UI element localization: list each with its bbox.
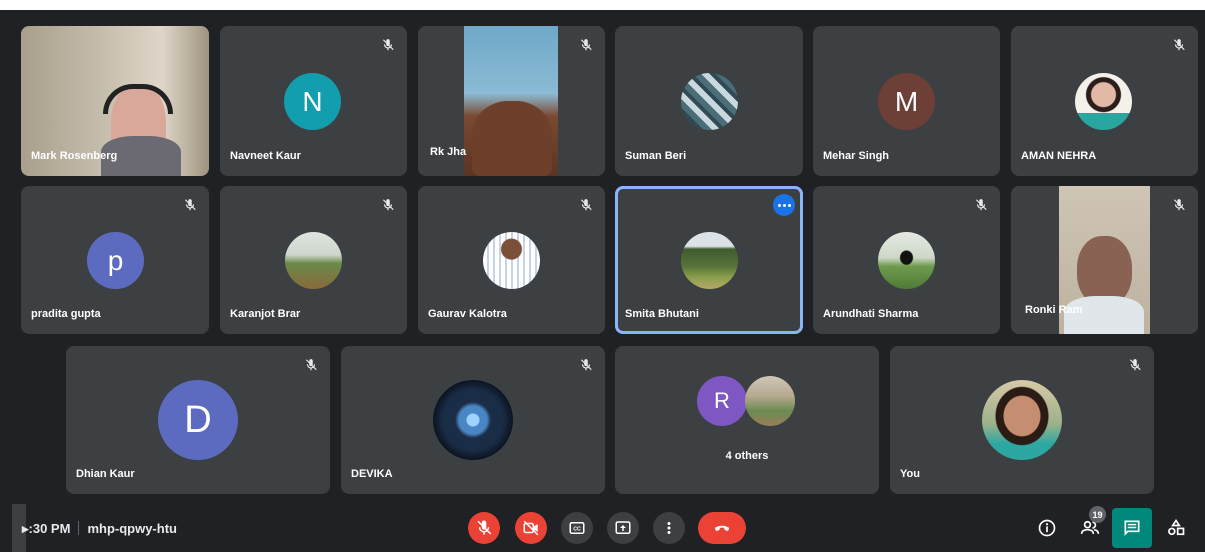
- participant-tile[interactable]: Arundhati Sharma: [813, 186, 1000, 334]
- info-icon: [1038, 519, 1056, 537]
- svg-text:CC: CC: [573, 527, 581, 533]
- control-bar: ▸:30 PM mhp-qpwy-htu CC 19: [0, 504, 1205, 552]
- participant-photo: [745, 376, 795, 426]
- participant-name: Navneet Kaur: [230, 150, 301, 162]
- participant-name: Gaurav Kalotra: [428, 308, 507, 320]
- meeting-time: ▸:30 PM: [22, 521, 71, 536]
- participant-name: Karanjot Brar: [230, 308, 301, 320]
- participant-name: Arundhati Sharma: [823, 308, 919, 320]
- avatar: N: [284, 73, 341, 130]
- participant-tile[interactable]: Rk Jha: [418, 26, 605, 176]
- participant-photo: [681, 232, 738, 289]
- more-options-button[interactable]: [653, 512, 685, 544]
- mic-off-icon: [377, 194, 399, 216]
- participant-tile[interactable]: Suman Beri: [615, 26, 803, 176]
- mic-off-icon: [1168, 194, 1190, 216]
- mic-off-icon: [1168, 34, 1190, 56]
- participant-tile[interactable]: M Mehar Singh: [813, 26, 1000, 176]
- participant-name: DEVIKA: [351, 468, 393, 480]
- participant-name: Rk Jha: [430, 146, 467, 158]
- mic-off-icon: [575, 34, 597, 56]
- participant-tile[interactable]: DEVIKA: [341, 346, 605, 494]
- participant-tile[interactable]: Gaurav Kalotra: [418, 186, 605, 334]
- meeting-code: mhp-qpwy-htu: [87, 521, 177, 536]
- avatar: R: [697, 376, 747, 426]
- chat-icon: [1124, 520, 1140, 536]
- participant-name: Dhian Kaur: [76, 468, 135, 480]
- people-button[interactable]: 19: [1074, 506, 1106, 544]
- participant-photo: [681, 73, 738, 130]
- activities-button[interactable]: [1160, 512, 1192, 544]
- avatar: D: [158, 380, 238, 460]
- participant-name: AMAN NEHRA: [1021, 150, 1097, 162]
- chat-button[interactable]: [1112, 508, 1152, 548]
- mic-off-icon: [477, 520, 492, 535]
- participant-photo: [285, 232, 342, 289]
- participant-tile[interactable]: D Dhian Kaur: [66, 346, 330, 494]
- mic-off-icon: [970, 194, 992, 216]
- activities-icon: [1168, 518, 1185, 536]
- participant-name: You: [900, 468, 920, 480]
- more-options-icon[interactable]: [773, 194, 795, 216]
- avatar: M: [878, 73, 935, 130]
- participant-tile[interactable]: R 4 others: [615, 346, 879, 494]
- camera-off-icon: [523, 520, 539, 536]
- participant-tile[interactable]: AMAN NEHRA: [1011, 26, 1198, 176]
- mic-off-icon: [575, 354, 597, 376]
- mic-off-icon: [575, 194, 597, 216]
- people-count-badge: 19: [1089, 506, 1106, 523]
- participant-tile[interactable]: Mark Rosenberg: [21, 26, 209, 176]
- mic-off-icon: [1124, 354, 1146, 376]
- participant-tile[interactable]: Karanjot Brar: [220, 186, 407, 334]
- mic-off-icon: [300, 354, 322, 376]
- participant-photo: [483, 232, 540, 289]
- others-label: 4 others: [725, 450, 769, 462]
- participant-tile[interactable]: Ronki Ram: [1011, 186, 1198, 334]
- divider: [78, 521, 80, 535]
- participant-video: [464, 26, 558, 176]
- participant-name: Ronki Ram: [1025, 304, 1083, 316]
- leave-call-button[interactable]: [698, 512, 746, 544]
- participant-photo: [433, 380, 513, 460]
- participant-tile[interactable]: You: [890, 346, 1154, 494]
- participant-tile[interactable]: p pradita gupta: [21, 186, 209, 334]
- top-strip: [0, 0, 1205, 10]
- mic-off-icon: [377, 34, 399, 56]
- captions-button[interactable]: CC: [561, 512, 593, 544]
- participant-name: pradita gupta: [31, 308, 101, 320]
- mic-off-icon: [179, 194, 201, 216]
- participant-photo: [982, 380, 1062, 460]
- participant-tile[interactable]: N Navneet Kaur: [220, 26, 407, 176]
- more-vert-icon: [667, 522, 671, 534]
- participant-name: Mehar Singh: [823, 150, 890, 162]
- present-icon: [615, 521, 631, 534]
- captions-icon: CC: [569, 522, 585, 534]
- participant-photo: [1075, 73, 1132, 130]
- mic-toggle-button[interactable]: [468, 512, 500, 544]
- participant-photo: [878, 232, 935, 289]
- avatar: p: [87, 232, 144, 289]
- participant-name: Mark Rosenberg: [31, 150, 118, 162]
- camera-toggle-button[interactable]: [515, 512, 547, 544]
- hang-up-icon: [714, 525, 730, 531]
- participant-tile[interactable]: Smita Bhutani: [615, 186, 803, 334]
- present-button[interactable]: [607, 512, 639, 544]
- participant-name: Suman Beri: [625, 150, 687, 162]
- meeting-info-button[interactable]: [1031, 512, 1063, 544]
- meeting-details: ▸:30 PM mhp-qpwy-htu: [22, 521, 177, 537]
- participant-name: Smita Bhutani: [625, 308, 699, 320]
